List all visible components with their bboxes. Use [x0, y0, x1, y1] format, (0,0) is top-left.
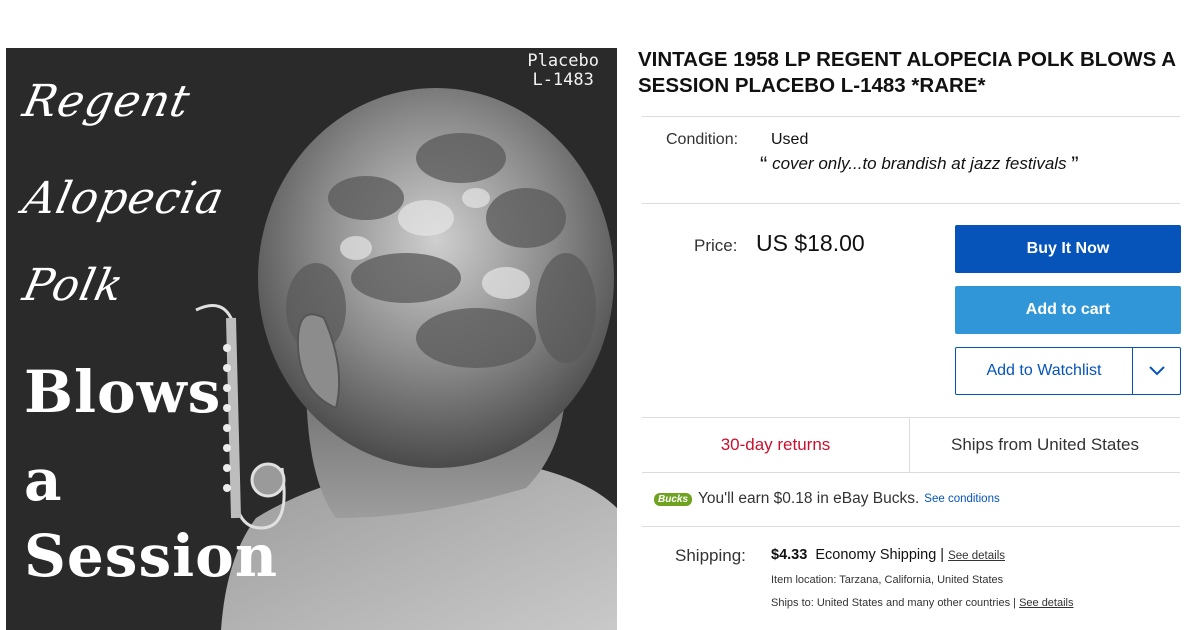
cover-artist-line-1: Regent	[18, 76, 195, 127]
ebay-bucks-text: You'll earn $0.18 in eBay Bucks.	[698, 490, 920, 507]
divider	[642, 526, 1180, 527]
price-label: Price:	[694, 236, 738, 255]
cover-title-line-3: Session	[24, 522, 278, 590]
add-to-cart-button[interactable]: Add to cart	[955, 286, 1181, 334]
watchlist-control: Add to Watchlist	[955, 347, 1181, 395]
price-value: US $18.00	[756, 230, 865, 256]
cover-artist-line-2: Alopecia	[18, 173, 229, 224]
ebay-bucks-row: Bucks You'll earn $0.18 in eBay Bucks. S…	[654, 490, 1000, 508]
catalog-label: Placebo	[527, 51, 599, 71]
catalog-code: L-1483	[532, 70, 594, 90]
item-location: Item location: Tarzana, California, Unit…	[771, 574, 1004, 586]
catalog-number: Placebo L-1483	[527, 52, 599, 90]
returns-shipping-summary: 30-day returns Ships from United States	[642, 417, 1180, 473]
shipping-see-details-link[interactable]: See details	[948, 550, 1005, 562]
ships-to-text: Ships to: United States and many other c…	[771, 597, 1016, 609]
cover-title-line-2: a	[24, 446, 63, 514]
returns-policy[interactable]: 30-day returns	[642, 418, 910, 472]
ebay-bucks-badge: Bucks	[654, 492, 693, 506]
condition-label: Condition:	[666, 131, 739, 148]
ships-to: Ships to: United States and many other c…	[771, 597, 1074, 609]
shipping-method: Economy Shipping |	[815, 547, 945, 563]
condition-note-text: cover only...to brandish at jazz festiva…	[772, 154, 1067, 173]
see-conditions-link[interactable]: See conditions	[924, 493, 999, 505]
cover-artist-line-3: Polk	[18, 260, 129, 311]
cover-title-line-1: Blows	[24, 358, 222, 426]
open-quote-icon: “	[760, 152, 768, 177]
shipping-line: $4.33 Economy Shipping | See details	[771, 547, 1005, 563]
ships-from: Ships from United States	[950, 435, 1140, 454]
shipping-amount: $4.33	[771, 547, 808, 563]
chevron-down-icon	[1148, 366, 1165, 376]
listing-title: VINTAGE 1958 LP REGENT ALOPECIA POLK BLO…	[638, 48, 1176, 97]
close-quote-icon: ”	[1071, 152, 1079, 177]
divider	[642, 203, 1180, 204]
album-cover-image[interactable]: Placebo L-1483 Regent Alopecia Polk Blow…	[6, 48, 617, 630]
divider	[642, 116, 1180, 117]
condition-note: “ cover only...to brandish at jazz festi…	[760, 152, 1079, 178]
shipping-label: Shipping:	[675, 546, 746, 565]
ships-to-see-details-link[interactable]: See details	[1019, 597, 1073, 609]
add-to-watchlist-button[interactable]: Add to Watchlist	[956, 348, 1132, 394]
buy-it-now-button[interactable]: Buy It Now	[955, 225, 1181, 273]
watchlist-dropdown-button[interactable]	[1133, 348, 1180, 394]
condition-value: Used	[771, 131, 809, 148]
